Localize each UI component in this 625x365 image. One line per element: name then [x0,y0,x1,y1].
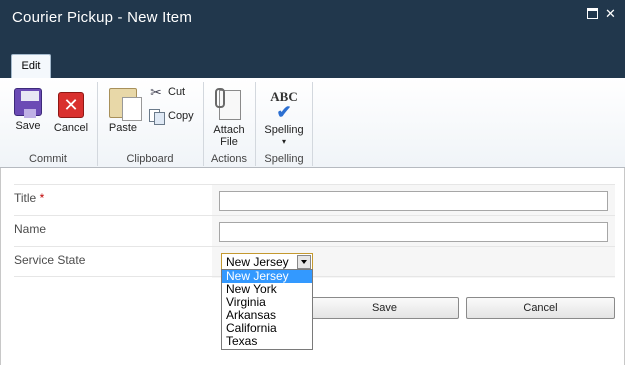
attach-label-line1: Attach [213,124,245,136]
paste-icon [109,88,142,121]
copy-button[interactable]: Copy [148,107,194,126]
service-state-selected-value: New Jersey [226,255,289,269]
commit-group-label: Commit [29,153,67,165]
dropdown-option[interactable]: Texas [222,335,312,348]
service-state-label: Service State [14,253,86,267]
copy-label: Copy [168,110,194,122]
cancel-ribbon-button[interactable]: ✕ Cancel [50,88,92,134]
spelling-button[interactable]: ABC ✔ Spelling ▾ [260,88,308,148]
copy-icon [148,108,165,126]
title-input[interactable] [219,191,608,211]
close-icon[interactable]: ✕ [605,7,616,20]
actions-group: Attach File Actions [204,78,254,168]
paste-label: Paste [108,122,138,134]
clipboard-group: Paste ✂ Cut Copy Clipboard [98,78,202,168]
cut-button[interactable]: ✂ Cut [148,83,185,101]
title-label-text: Title [14,191,37,205]
spelling-icon: ABC ✔ [270,89,298,122]
save-ribbon-label: Save [15,120,41,132]
attach-label-line2: File [220,136,238,148]
chevron-down-icon[interactable] [297,255,311,269]
cancel-button[interactable]: Cancel [466,297,615,319]
cut-label: Cut [168,86,186,98]
ribbon-tab-strip: Edit [0,50,625,78]
frame-border [0,168,1,365]
cut-icon: ✂ [150,84,162,101]
commit-group: Save ✕ Cancel Commit [0,78,96,168]
name-field-cell [212,216,615,247]
ribbon-divider [312,82,313,166]
form-divider [14,276,615,277]
paste-button[interactable]: Paste [104,88,142,134]
tab-edit[interactable]: Edit [11,54,51,78]
spelling-label: Spelling [264,124,304,136]
form-row-name: Name [14,215,615,247]
spelling-group-label: Spelling [264,153,304,165]
chevron-down-icon: ▾ [281,137,286,146]
name-label: Name [14,222,47,236]
attach-file-button[interactable]: Attach File [210,88,248,148]
maximize-icon[interactable] [587,8,598,19]
clipboard-group-label: Clipboard [126,153,174,165]
required-marker: * [39,191,45,205]
title-bar: Courier Pickup - New Item ✕ [0,0,625,50]
cancel-icon: ✕ [58,92,84,118]
attach-file-icon [213,88,245,120]
save-icon [14,88,42,118]
actions-group-label: Actions [210,153,248,165]
ribbon: Save ✕ Cancel Commit Paste ✂ Cut Copy Cli… [0,78,625,168]
cancel-ribbon-label: Cancel [53,122,89,134]
save-button[interactable]: Save [310,297,459,319]
spelling-group: ABC ✔ Spelling ▾ Spelling [256,78,312,168]
title-field-cell [212,185,615,216]
form-row-service-state: Service State [14,246,615,278]
service-state-dropdown: New Jersey New York Virginia Arkansas Ca… [221,269,313,350]
form-row-title: Title * [14,184,615,216]
title-label: Title * [14,191,214,205]
window-title: Courier Pickup - New Item [12,9,193,26]
save-ribbon-button[interactable]: Save [8,88,48,132]
name-input[interactable] [219,222,608,242]
